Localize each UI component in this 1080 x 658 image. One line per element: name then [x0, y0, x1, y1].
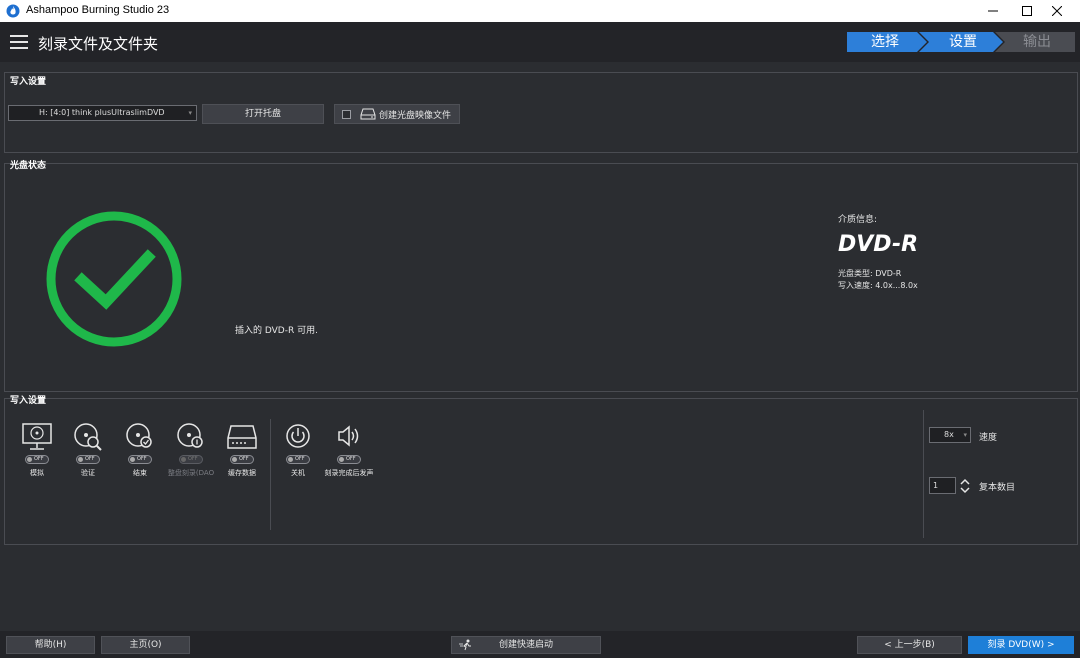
toggle-switch[interactable]: OFF: [286, 455, 310, 464]
step-output: 输出: [1023, 34, 1051, 50]
step-settings[interactable]: 设置: [925, 32, 1001, 52]
option-label: 模拟: [30, 469, 44, 477]
wizard-steps: 选择 设置 输出: [847, 32, 1075, 52]
burn-dvd-button[interactable]: 刻录 DVD(W) >: [968, 636, 1074, 654]
toggle-switch[interactable]: OFF: [25, 455, 49, 464]
option-label: 刻录完成后发声: [324, 469, 374, 477]
window-title: Ashampoo Burning Studio 23: [26, 4, 170, 16]
option-label: 验证: [81, 469, 95, 477]
disc-search-icon: [74, 423, 102, 451]
back-button[interactable]: < 上一步(B): [857, 636, 962, 654]
speed-select[interactable]: 8x ▾: [929, 427, 971, 443]
menu-hamburger-icon[interactable]: [10, 35, 28, 50]
toggle-switch[interactable]: OFF: [128, 455, 152, 464]
app-header: 刻录文件及文件夹 选择 设置 输出: [0, 22, 1080, 62]
toggle-switch[interactable]: OFF: [230, 455, 254, 464]
option-finalize[interactable]: OFF 结束: [115, 422, 165, 478]
page-title: 刻录文件及文件夹: [38, 35, 159, 53]
chevron-down-icon: ▾: [188, 109, 192, 117]
copies-label: 复本数目: [979, 483, 1016, 493]
write-speed-line: 写入速度: 4.0x...8.0x: [838, 281, 918, 290]
running-figure-icon: [459, 639, 471, 651]
speed-separator: [923, 410, 924, 538]
media-info-label: 介质信息:: [838, 215, 878, 225]
disc-type-line: 光盘类型: DVD-R: [838, 269, 902, 278]
drive-icon: [227, 425, 257, 449]
close-button[interactable]: [1034, 0, 1080, 22]
write-settings-title: 写入设置: [10, 77, 47, 87]
option-label: 缓存数据: [228, 469, 256, 477]
option-simulate[interactable]: OFF 模拟: [12, 422, 62, 478]
media-type: DVD-R: [838, 232, 919, 257]
option-label: 整盘刻录(DAO: [167, 469, 215, 477]
option-verify[interactable]: OFF 验证: [63, 422, 113, 478]
option-cache-data[interactable]: OFF 缓存数据: [217, 422, 267, 478]
close-icon: [1052, 6, 1062, 16]
toggle-switch[interactable]: OFF: [76, 455, 100, 464]
power-icon: [286, 424, 310, 448]
disc-status-message: 插入的 DVD-R 可用.: [235, 326, 318, 336]
app-flame-icon: [6, 4, 20, 18]
speed-label: 速度: [979, 433, 998, 443]
create-image-checkbox[interactable]: [342, 110, 351, 119]
option-play-sound[interactable]: OFF 刻录完成后发声: [324, 422, 374, 478]
write-options-title: 写入设置: [10, 396, 47, 406]
copies-stepper-icon[interactable]: [959, 477, 971, 495]
speaker-icon: [338, 425, 359, 447]
toggle-switch: OFF: [179, 455, 203, 464]
drive-select[interactable]: H: [4:0] think plusUltraslimDVD ▾: [8, 105, 197, 121]
disc-status-title: 光盘状态: [10, 161, 47, 171]
step-select[interactable]: 选择: [847, 32, 923, 52]
toggle-switch[interactable]: OFF: [337, 455, 361, 464]
drive-select-value: H: [4:0] think plusUltraslimDVD: [39, 108, 165, 117]
quick-start-button[interactable]: 创建快速启动: [451, 636, 601, 654]
minimize-icon: [988, 10, 998, 12]
disc-check-icon: [126, 423, 152, 448]
options-separator: [270, 419, 271, 530]
home-button[interactable]: 主页(O): [101, 636, 190, 654]
option-label: 结束: [133, 469, 147, 477]
help-button[interactable]: 帮助(H): [6, 636, 95, 654]
hard-drive-icon: [360, 108, 376, 120]
quick-start-label: 创建快速启动: [498, 640, 553, 650]
disc-one-icon: [177, 423, 203, 448]
monitor-disc-icon: [22, 423, 52, 450]
option-disc-at-once: OFF 整盘刻录(DAO: [166, 422, 216, 478]
speed-value: 8x: [944, 430, 954, 439]
open-tray-button[interactable]: 打开托盘: [202, 104, 324, 124]
chevron-down-icon: ▾: [963, 431, 967, 439]
create-image-label: 创建光盘映像文件: [379, 111, 452, 121]
option-label: 关机: [291, 469, 305, 477]
create-image-button[interactable]: 创建光盘映像文件: [334, 104, 460, 124]
maximize-icon: [1022, 6, 1032, 16]
copies-input[interactable]: 1: [929, 477, 956, 494]
window-titlebar: Ashampoo Burning Studio 23: [0, 0, 1080, 22]
success-check-icon: [46, 211, 182, 347]
option-shutdown[interactable]: OFF 关机: [273, 422, 323, 478]
